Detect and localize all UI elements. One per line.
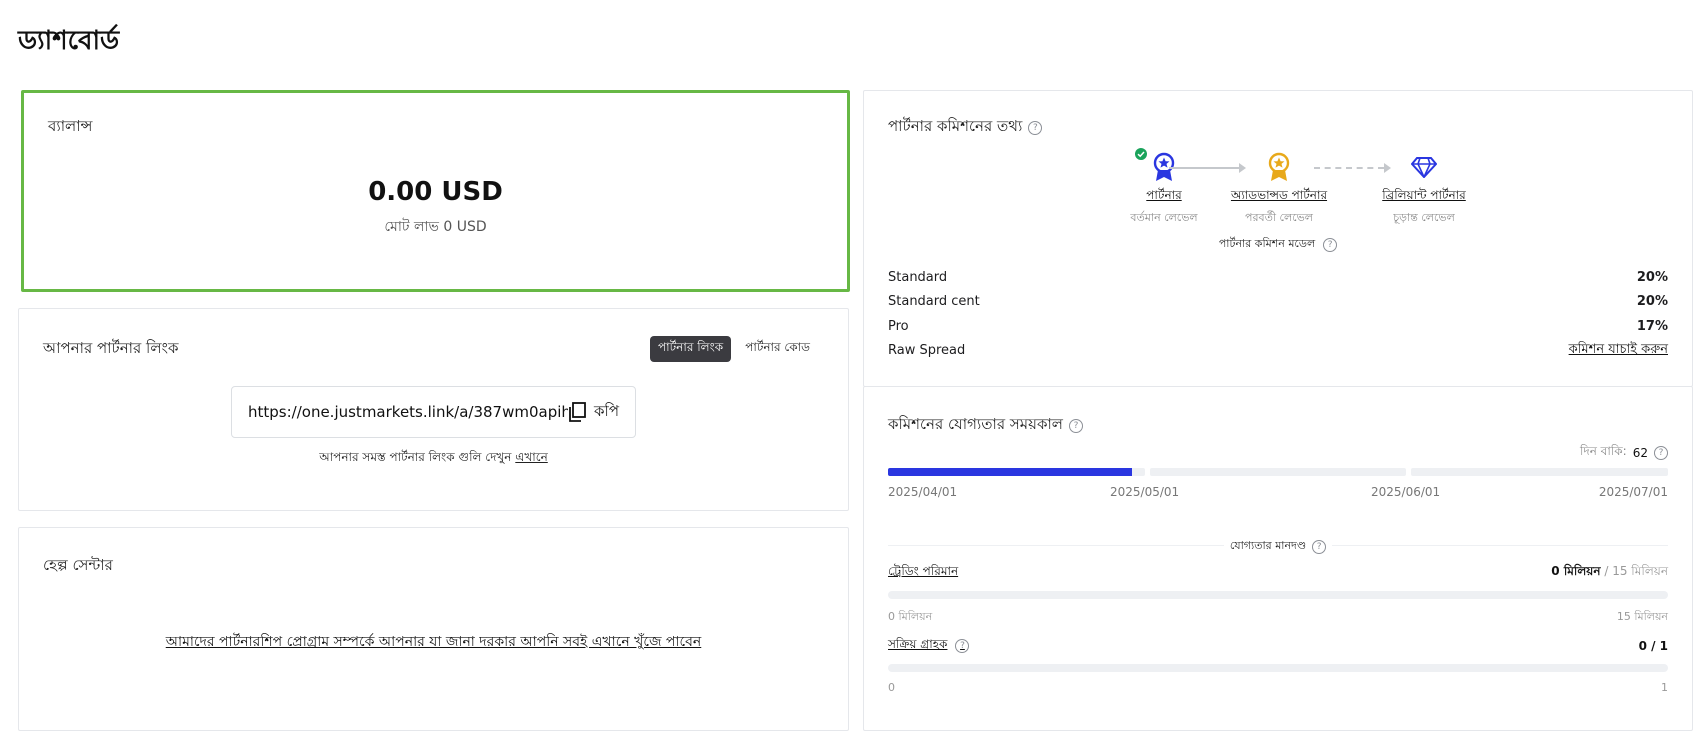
rate-name: Standard <box>888 269 948 285</box>
level-status: পরবর্তী লেভেল <box>1244 211 1313 224</box>
partner-link-title: আপনার পার্টনার লিংক <box>43 339 179 357</box>
level-brilliant-partner: ব্রিলিয়ান্ট পার্টনার চূড়ান্ত লেভেল <box>1354 151 1494 228</box>
all-links-link[interactable]: এখানে <box>515 450 547 464</box>
rate-value: 20% <box>1636 294 1668 310</box>
copy-label: কপি <box>594 401 619 420</box>
period-title: কমিশনের যোগ্যতার সময়কাল ? <box>888 413 1083 438</box>
criterion-max-label: 15 মিলিয়ন <box>1616 610 1668 623</box>
criterion-max: / 15 মিলিয়ন <box>1600 564 1668 578</box>
qualification-period-card: কমিশনের যোগ্যতার সময়কাল ? দিন বাকি: 62 … <box>863 386 1693 731</box>
criterion-min-label: 0 <box>888 681 895 694</box>
level-status: চূড়ান্ত লেভেল <box>1393 211 1455 224</box>
commission-rates: Standard 20% Standard cent 20% Pro 17% R… <box>888 265 1668 363</box>
rate-value: 17% <box>1636 318 1668 334</box>
rate-row: Raw Spread কমিশন যাচাই করুন <box>888 339 1668 364</box>
date-label: 2025/07/01 <box>1598 485 1668 499</box>
criterion-trading-volume: ট্রেডিং পরিমান 0 মিলিয়ন / 15 মিলিয়ন 0 … <box>888 563 1668 627</box>
help-icon[interactable]: ? <box>1654 446 1668 460</box>
check-circle-icon <box>1135 148 1147 160</box>
criterion-value: 0 / 1 <box>1638 639 1668 653</box>
balance-amount: 0.00 USD <box>368 177 503 207</box>
link-tabs: পার্টনার লিংক পার্টনার কোড <box>650 336 818 362</box>
level-track: পার্টনার বর্তমান লেভেল অ্যাডভান্সড পার্ট… <box>864 148 1692 231</box>
partner-link-card: আপনার পার্টনার লিংক পার্টনার লিংক পার্টন… <box>18 308 849 511</box>
rate-name: Raw Spread <box>888 343 966 359</box>
level-name[interactable]: অ্যাডভান্সড পার্টনার <box>1209 187 1349 207</box>
rate-row: Standard 20% <box>888 265 1668 290</box>
rate-name: Standard cent <box>888 294 980 310</box>
help-center-title: হেল্প সেন্টার <box>43 556 113 574</box>
model-title-text: পার্টনার কমিশন মডেল <box>1218 237 1316 250</box>
criterion-label[interactable]: সক্রিয় গ্রাহক <box>888 636 947 656</box>
link-hint: আপনার সমস্ত পার্টনার লিংক গুলি দেখুন এখা… <box>19 449 848 469</box>
period-dates: 2025/04/01 2025/05/01 2025/06/01 2025/07… <box>888 485 1668 501</box>
segment-fill <box>888 468 1132 476</box>
criterion-bar <box>888 664 1668 672</box>
help-icon[interactable]: ? <box>1323 237 1338 252</box>
rate-row: Standard cent 20% <box>888 290 1668 315</box>
criterion-bar <box>888 591 1668 599</box>
help-icon[interactable]: ? <box>1068 418 1083 433</box>
level-advanced-partner: অ্যাডভান্সড পার্টনার পরবর্তী লেভেল <box>1209 151 1349 228</box>
balance-card: ব্যালান্স 0.00 USD মোট লাভ 0 USD <box>21 90 850 292</box>
tab-partner-link[interactable]: পার্টনার লিংক <box>650 336 732 362</box>
criterion-min-label: 0 মিলিয়ন <box>888 610 933 623</box>
month-segment <box>1149 468 1407 476</box>
help-icon[interactable]: ? <box>955 639 970 653</box>
help-icon[interactable]: ? <box>1312 539 1327 554</box>
balance-title: ব্যালান্স <box>48 117 93 135</box>
total-profit: মোট লাভ 0 USD <box>384 219 487 235</box>
month-segment <box>1411 468 1669 476</box>
copy-button[interactable]: কপি <box>568 400 619 425</box>
criterion-label[interactable]: ট্রেডিং পরিমান <box>888 563 958 583</box>
days-left-label: দিন বাকি: <box>1579 444 1627 458</box>
date-label: 2025/05/01 <box>1110 485 1180 499</box>
commission-title: পার্টনার কমিশনের তথ্য ? <box>888 115 1043 140</box>
date-label: 2025/06/01 <box>1371 485 1441 499</box>
period-title-text: কমিশনের যোগ্যতার সময়কাল <box>888 415 1063 433</box>
check-commission-link[interactable]: কমিশন যাচাই করুন <box>1569 342 1668 357</box>
criterion-max-label: 1 <box>1661 681 1668 694</box>
criterion-active-clients: সক্রিয় গ্রাহক? 0 / 1 0 1 <box>888 636 1668 694</box>
criterion-value: 0 মিলিয়ন <box>1551 564 1601 578</box>
criteria-title-text: যোগ্যতার মানদণ্ড <box>1229 539 1307 552</box>
medal-star-icon <box>1268 152 1290 181</box>
partner-link-field[interactable]: https://one.justmarkets.link/a/387wm0api… <box>231 386 636 438</box>
month-segment <box>888 468 1145 476</box>
help-icon[interactable]: ? <box>1028 120 1043 135</box>
level-name[interactable]: ব্রিলিয়ান্ট পার্টনার <box>1354 187 1494 207</box>
help-center-card: হেল্প সেন্টার আমাদের পার্টনারশিপ প্রোগ্র… <box>18 527 849 731</box>
partner-link-url[interactable]: https://one.justmarkets.link/a/387wm0api… <box>248 403 568 421</box>
date-label: 2025/04/01 <box>888 485 958 499</box>
rate-row: Pro 17% <box>888 314 1668 339</box>
days-left-value: 62 <box>1632 446 1648 460</box>
tab-partner-code[interactable]: পার্টনার কোড <box>737 336 818 362</box>
link-hint-text: আপনার সমস্ত পার্টনার লিংক গুলি দেখুন <box>319 450 516 464</box>
page-title: ড্যাশবোর্ড <box>18 26 120 56</box>
rate-value: 20% <box>1636 269 1668 285</box>
copy-icon <box>569 402 586 422</box>
criteria-title: যোগ্যতার মানদণ্ড ? <box>864 537 1692 556</box>
commission-model-title: পার্টনার কমিশন মডেল ? <box>864 235 1692 254</box>
commission-info-card: পার্টনার কমিশনের তথ্য ? পার্টনার বর্তমান… <box>863 90 1693 387</box>
rate-name: Pro <box>888 318 909 334</box>
commission-title-text: পার্টনার কমিশনের তথ্য <box>888 117 1023 135</box>
period-progress <box>888 468 1669 476</box>
days-left: দিন বাকি: 62 ? <box>1580 443 1668 463</box>
diamond-icon <box>1411 157 1437 178</box>
help-center-link[interactable]: আমাদের পার্টনারশিপ প্রোগ্রাম সম্পর্কে আপ… <box>166 634 702 650</box>
